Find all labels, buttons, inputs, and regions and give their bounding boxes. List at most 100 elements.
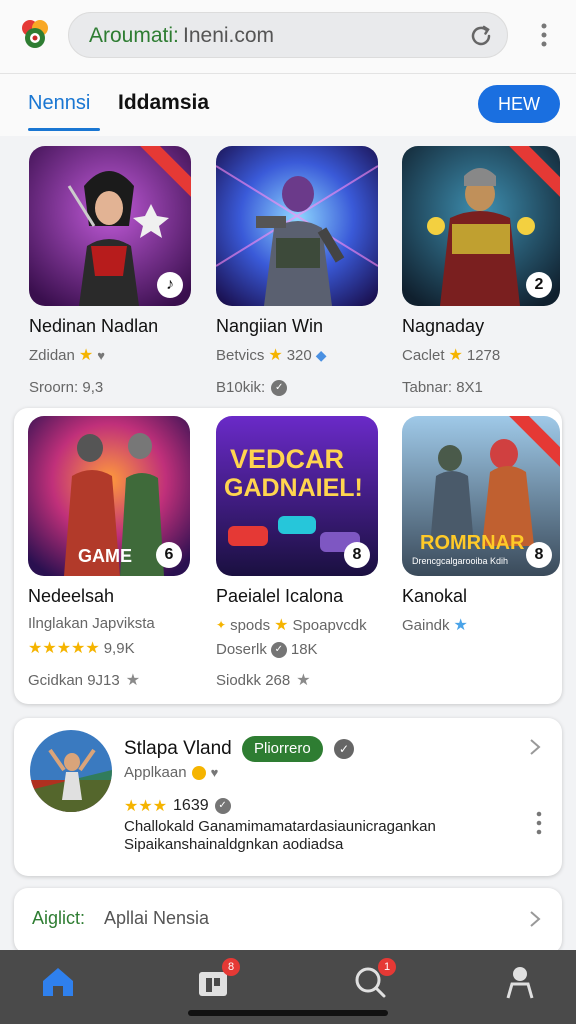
chevron-right-icon[interactable] [528,738,542,756]
app-avatar-image [30,730,112,812]
rank-badge: 6 [156,542,182,568]
browser-toolbar: Aroumati: Ineni.com [0,0,576,74]
star-icon: ★ [448,347,463,364]
rank-badge: 8 [344,542,370,568]
developer-extra: Spoapvcdk [292,616,367,634]
rank-badge: 8 [526,542,552,568]
developer-name: Gaindk [402,616,450,634]
heart-icon: ♥ [210,765,219,780]
rating-count: 9,9K [103,639,135,657]
game-card[interactable]: GAME 6 Nedeelsah Ilnglakan Japviksta ★★★… [28,416,193,690]
rank-badge: 2 [526,272,552,298]
art-label: GAME [78,546,132,566]
game-card[interactable]: VEDCAR GADNAIEL! 8 Paeialel Icalona ✦ sp… [216,416,381,690]
developer-name: Betvics [216,346,265,364]
star-icon: ★ [268,347,283,364]
game-developer: Zdidan ★ ♥ [29,345,194,365]
section-link-card[interactable]: Aiglict: Apllai Nensia [14,888,562,954]
game-thumbnail[interactable]: ♪ [29,146,191,306]
section-label: Aiglict: [32,908,86,928]
game-thumbnail[interactable]: ROMRNAR Drencgcalgarooiba Kdih 8 [402,416,560,576]
meta-label: Siodkk 268 [216,671,291,689]
chevron-right-icon[interactable] [528,910,542,928]
stars-icon: ★★★★★ [28,640,100,657]
game-thumbnail[interactable]: GAME 6 [28,416,190,576]
more-options-icon[interactable] [534,810,544,836]
url-scheme: Aroumati: [89,24,179,47]
game-developer: Ilnglakan Japviksta [28,615,155,632]
verified-icon: ✓ [270,641,287,658]
game-title: Nedeelsah [28,586,115,606]
game-card[interactable]: ROMRNAR Drencgcalgarooiba Kdih 8 Kanokal… [402,416,567,635]
meta-label: B10kik: [216,379,266,396]
game-art-image [216,146,378,306]
game-meta: Gcidkan 9J13 ★ [28,670,193,690]
game-card[interactable]: 2 Nagnaday Caclet ★ 1278 Tabnar: 8X1 [402,146,567,396]
art-title: ROMRNAR [420,532,525,554]
premium-badge: Pliorrero [242,736,323,762]
verified-icon: ✓ [334,739,354,759]
app-rating: ★★★ 1639 ✓ [124,796,231,816]
app-developer: Applkaan ♥ [124,764,218,781]
diamond-icon: ◆ [315,346,327,363]
heart-icon: ♥ [97,347,105,363]
more-options-icon[interactable] [532,20,556,50]
developer-name: spods [230,616,271,634]
game-thumbnail[interactable]: VEDCAR GADNAIEL! 8 [216,416,378,576]
game-downloads: Doserlk ✓ 18K [216,641,381,658]
rating-value: 320 [286,346,312,364]
rating-value: 1278 [466,346,501,364]
game-card[interactable]: ♪ Nedinan Nadlan Zdidan ★ ♥ Sroorn: 9,3 [29,146,194,396]
url-domain: Ineni.com [183,24,275,47]
game-rating: ★★★★★ 9,9K [28,638,193,658]
meta-label: Tabnar: 8X1 [402,379,483,396]
home-icon[interactable] [38,962,78,1002]
game-title: Nagnaday [402,316,485,336]
game-thumbnail[interactable]: 2 [402,146,560,306]
game-meta: B10kik: ✓ [216,379,381,396]
app-logo-icon[interactable] [18,14,52,52]
featured-app-card[interactable]: Stlapa Vland Pliorrero ✓ Applkaan ♥ ★★★ … [14,718,562,876]
star-icon: ★ [274,617,289,634]
game-title: Kanokal [402,586,468,606]
star-icon: ★ [296,672,311,689]
address-bar[interactable]: Aroumati: Ineni.com [68,12,508,58]
game-thumbnail[interactable] [216,146,378,306]
game-title: Paeialel Icalona [216,586,344,606]
art-title: GADNAIEL! [224,474,363,502]
stars-icon: ★★★ [124,798,168,815]
game-developer: ✦ spods ★ Spoapvcdk [216,615,381,635]
sparkle-icon: ✦ [216,618,227,632]
game-meta: Tabnar: 8X1 [402,379,567,396]
library-nav-item[interactable]: 8 [194,958,240,1002]
star-icon: ★ [453,617,468,634]
developer-name: Zdidan [29,346,75,364]
app-avatar[interactable] [30,730,112,812]
verified-icon: ✓ [214,798,231,814]
tab-nennsi[interactable]: Nennsi [28,92,90,115]
game-title: Nedinan Nadlan [29,316,159,336]
tab-bar: Nennsi Iddamsia HEW [0,74,576,136]
home-indicator [188,1010,388,1016]
app-description: Challokald Ganamimamatardasiaunicraganka… [124,818,436,853]
art-subtitle: Drencgcalgarooiba Kdih [412,556,509,566]
new-button[interactable]: HEW [478,85,560,123]
tab-iddamsia[interactable]: Iddamsia [118,91,209,115]
art-title: VEDCAR [230,444,345,474]
app-name: Stlapa Vland [124,738,232,759]
reload-icon[interactable] [467,22,495,50]
section-title: Apllai Nensia [104,908,210,928]
coin-icon [191,765,206,780]
profile-icon[interactable] [500,962,540,1002]
games-row-1: ♪ Nedinan Nadlan Zdidan ★ ♥ Sroorn: 9,3 [0,136,576,404]
meta-label: Sroorn: 9,3 [29,379,104,396]
game-meta: Siodkk 268 ★ [216,670,381,690]
publisher-name: Doserlk [216,641,267,658]
search-nav-item[interactable]: 1 [350,958,396,1002]
developer-name: Applkaan [124,764,187,781]
rating-count: 1639 [173,797,209,814]
star-icon: ★ [78,347,94,364]
game-developer: Gaindk ★ [402,615,567,635]
active-tab-indicator [28,128,100,131]
game-card[interactable]: Nangiian Win Betvics ★ 320 ◆ B10kik: ✓ [216,146,381,396]
